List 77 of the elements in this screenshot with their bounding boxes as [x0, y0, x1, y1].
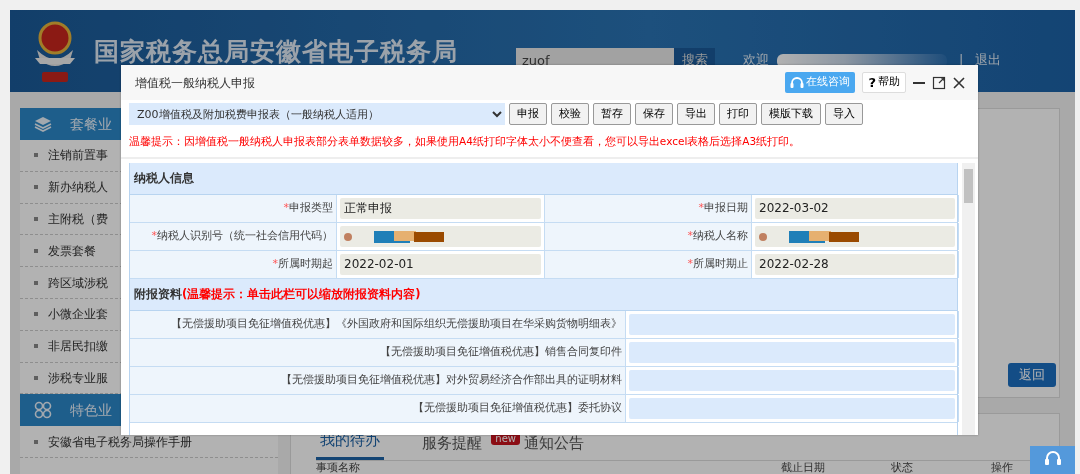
item-label: 主附税（费	[48, 211, 108, 228]
toolbar-button[interactable]: 打印	[719, 103, 757, 125]
item-label: 发票套餐	[48, 242, 96, 260]
field-value: 正常申报	[340, 197, 541, 219]
attachment-field[interactable]	[629, 369, 955, 391]
field-value: 2022-03-02	[755, 197, 955, 219]
attachment-field[interactable]	[629, 397, 955, 419]
toolbar-button[interactable]: 暂存	[593, 103, 631, 125]
bullet-icon	[34, 153, 38, 158]
column-header: 事项名称	[316, 461, 361, 474]
toolbar-button[interactable]: 申报	[509, 103, 547, 125]
label-text: 申报日期	[704, 200, 748, 216]
close-icon[interactable]	[952, 75, 966, 90]
attachment-field[interactable]	[629, 341, 955, 363]
column-header: 状态	[891, 461, 914, 474]
column-header: 截止日期	[781, 461, 826, 474]
group-title: 特色业	[70, 400, 112, 420]
required-mark: *	[151, 228, 157, 244]
logout-link[interactable]: 退出	[975, 50, 1002, 70]
label-text: 所属时期起	[278, 256, 333, 272]
toolbar-button[interactable]: 导出	[677, 103, 715, 125]
toolbar-button[interactable]: 模版下载	[761, 103, 821, 125]
bullet-icon	[34, 280, 38, 285]
bullet-icon	[34, 248, 38, 253]
bullet-icon	[34, 185, 38, 190]
toolbar-button[interactable]: 保存	[635, 103, 673, 125]
field-value: 2022-02-01	[340, 253, 541, 275]
label-text: 所属时期止	[693, 256, 748, 272]
item-label: 安徽省电子税务局操作手册	[48, 433, 192, 451]
attachment-label: 【无偿援助项目免征增值税优惠】《外国政府和国际组织无偿援助项目在华采购货物明细表》	[130, 310, 626, 338]
layers-icon	[34, 115, 52, 133]
item-label: 注销前置事	[48, 147, 108, 165]
required-mark: *	[687, 256, 693, 272]
back-button[interactable]: 返回	[1008, 363, 1056, 387]
site-title: 国家税务总局安徽省电子税务局	[94, 36, 458, 68]
bullet-icon	[34, 344, 38, 349]
item-label: 跨区域涉税	[48, 274, 108, 292]
maximize-icon[interactable]	[932, 75, 946, 90]
toolbar-button[interactable]: 导入	[825, 103, 863, 125]
chat-float-button[interactable]	[1030, 446, 1075, 474]
headset-icon	[1043, 450, 1062, 466]
bullet-icon	[34, 439, 38, 444]
dialog-title: 增值税一般纳税人申报	[135, 74, 255, 92]
welcome-text: 欢迎	[743, 51, 769, 69]
attachment-label: 【无偿援助项目免征增值税优惠】销售合同复印件	[130, 338, 626, 366]
section-header: 纳税人信息	[130, 162, 957, 195]
label-text: 申报类型	[289, 200, 333, 216]
required-mark: *	[272, 256, 278, 272]
item-label: 新办纳税人	[48, 179, 108, 197]
attachment-label: 【无偿援助项目免征增值税优惠】委托协议	[130, 394, 626, 422]
section-header[interactable]: 附报资料(温馨提示：单击此栏可以缩放附报资料内容)	[130, 278, 957, 311]
group-title: 套餐业	[70, 114, 112, 134]
hint-text: (温馨提示：单击此栏可以缩放附报资料内容)	[182, 285, 421, 303]
required-mark: *	[283, 200, 289, 216]
label-text: 纳税人名称	[693, 228, 748, 244]
toolbar-button[interactable]: 校验	[551, 103, 589, 125]
column-header: 操作	[991, 461, 1014, 474]
bullet-icon	[34, 217, 38, 221]
grid-icon	[34, 401, 52, 420]
headset-icon	[790, 76, 805, 89]
item-label: 非居民扣缴	[48, 338, 108, 356]
form-select-field[interactable]: Z00增值税及附加税费申报表（一般纳税人适用）	[129, 103, 505, 125]
tab[interactable]: 通知公告	[520, 431, 588, 460]
scrollbar[interactable]	[962, 162, 975, 435]
required-mark: *	[687, 228, 693, 244]
attachment-field[interactable]	[629, 313, 955, 335]
label-text: 纳税人识别号（统一社会信用代码）	[157, 228, 333, 244]
item-label: 涉税专业服	[48, 369, 108, 387]
field-value: 2022-02-28	[755, 253, 955, 275]
item-label: 小微企业套	[48, 306, 108, 324]
bullet-icon	[34, 375, 38, 380]
bullet-icon	[34, 312, 38, 317]
required-mark: *	[698, 200, 704, 216]
help-button[interactable]: ?帮助	[862, 72, 906, 93]
attachment-label: 【无偿援助项目免征增值税优惠】对外贸易经济合作部出具的证明材料	[130, 366, 626, 394]
section-title: 附报资料	[134, 285, 182, 303]
notice-text: 温馨提示：因增值税一般纳税人申报表部分表单数据较多，如果使用A4纸打印字体太小不便查看，您可以导出excel表格后选择A3纸打印。	[121, 128, 978, 159]
